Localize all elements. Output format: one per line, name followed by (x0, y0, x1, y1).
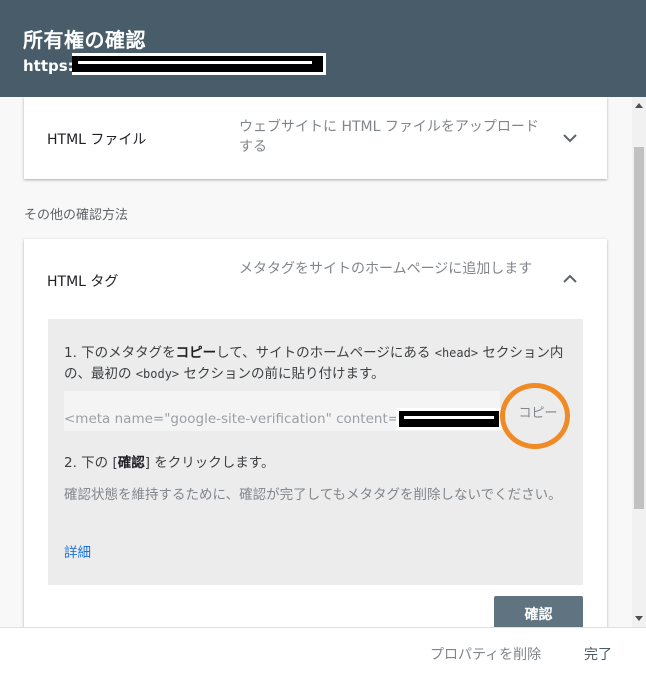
scrollbar[interactable] (632, 97, 646, 627)
details-link[interactable]: 詳細 (64, 541, 91, 561)
other-methods-label: その他の確認方法 (24, 208, 129, 223)
instruction-step-2: 2. 下の [確認] をクリックします。 (64, 451, 274, 471)
dialog-footer: プロパティを削除 完了 (0, 627, 646, 673)
instruction-step-1: 1. 下のメタタグをコピーして、サイトのホームページにある <head> セクシ… (64, 343, 564, 385)
redaction-bar-meta (396, 408, 502, 430)
method-card-html-tag: HTML タグ メタタグをサイトのホームページに追加します 1. 下のメタタグを… (24, 239, 607, 627)
verification-methods-list: HTML ファイル ウェブサイトに HTML ファイルをアップロードする その他… (0, 97, 632, 627)
step1-bold: コピー (175, 345, 217, 361)
step1-text: 1. 下のメタタグを (64, 345, 176, 361)
method-description: ウェブサイトに HTML ファイルをアップロードする (239, 119, 539, 155)
dialog-title: 所有権の確認 (23, 28, 146, 52)
step2-text: 2. 下の [ (64, 455, 118, 471)
method-description: メタタグをサイトのホームページに追加します (239, 261, 533, 277)
step2-bold: 確認 (117, 455, 145, 471)
head-tag-code: <head> (434, 346, 479, 360)
done-button[interactable]: 完了 (584, 644, 612, 664)
scroll-thumb[interactable] (634, 147, 644, 509)
delete-property-button[interactable]: プロパティを削除 (430, 644, 541, 664)
scroll-down-icon[interactable] (635, 616, 643, 621)
meta-tag-text: <meta name="google-site-verification" co… (64, 411, 400, 427)
step2-text: ] をクリックします。 (144, 455, 275, 471)
redaction-bar-url (72, 53, 326, 75)
method-title: HTML タグ (47, 274, 119, 290)
body-tag-code: <body> (135, 367, 180, 381)
confirm-button[interactable]: 確認 (494, 596, 583, 627)
step1-text: セクションの前に貼り付けます。 (179, 366, 385, 382)
dialog-header: 所有権の確認 https:/ (0, 0, 646, 97)
highlight-circle (500, 383, 570, 449)
step1-text: して、サイトのホームページにある (216, 345, 435, 361)
chevron-up-icon[interactable] (560, 268, 580, 288)
property-url: https:/ (23, 57, 80, 75)
chevron-down-icon[interactable] (560, 128, 580, 148)
scroll-up-icon[interactable] (635, 103, 643, 108)
method-title: HTML ファイル (47, 132, 147, 148)
keep-tag-note: 確認状態を維持するために、確認が完了してもメタタグを削除しないでください。 (64, 487, 562, 503)
instructions-panel: 1. 下のメタタグをコピーして、サイトのホームページにある <head> セクシ… (48, 319, 583, 585)
method-card-html-file[interactable]: HTML ファイル ウェブサイトに HTML ファイルをアップロードする (24, 97, 607, 179)
